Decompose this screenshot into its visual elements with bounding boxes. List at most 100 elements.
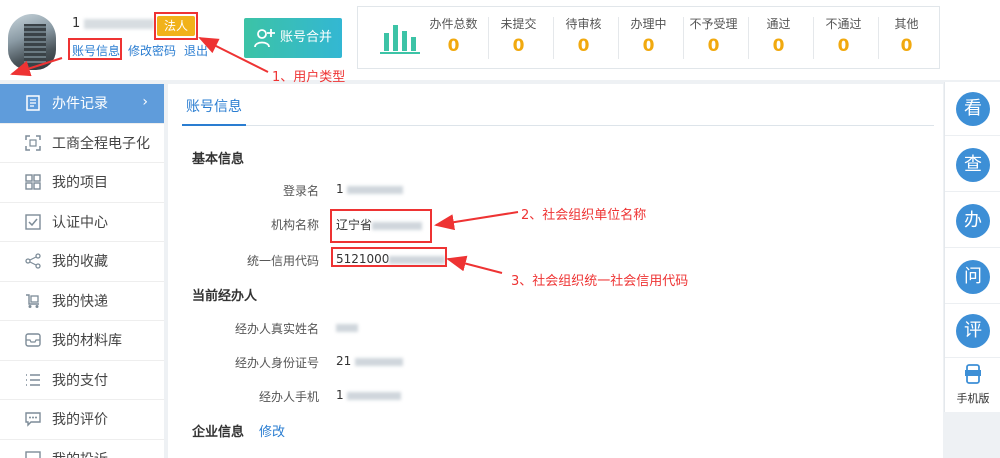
stat-approved[interactable]: 通过 0	[746, 15, 811, 56]
stat-label: 通过	[766, 17, 791, 31]
mobile-app-icon	[965, 364, 981, 384]
agent-phone-value-text: 1	[336, 388, 344, 402]
complaint-icon	[24, 450, 42, 458]
sidebar-item-records[interactable]: 办件记录 ›	[0, 84, 164, 124]
stat-pending-review[interactable]: 待审核 0	[551, 15, 616, 56]
stat-label: 其他	[894, 17, 919, 31]
stat-label: 不予受理	[689, 17, 738, 31]
divider	[945, 135, 1000, 136]
agent-id-value: 21	[336, 354, 404, 368]
sidebar-item-label: 我的项目	[52, 175, 108, 192]
mobile-version-button[interactable]: 手机版	[945, 364, 1000, 406]
stats-panel: 办件总数 0 未提交 0 待审核 0 办理中 0 不予受理 0 通过 0 不通过 0 其他 0	[357, 6, 940, 69]
sidebar-item-label: 认证中心	[52, 214, 108, 231]
stat-value: 0	[512, 36, 525, 56]
stat-label: 待审核	[565, 17, 602, 31]
sidebar-item-label: 办件记录	[52, 96, 108, 113]
stat-value: 0	[707, 36, 720, 56]
divider	[945, 247, 1000, 248]
sidebar-item-certification[interactable]: 认证中心	[0, 203, 164, 242]
sidebar-item-label: 我的收藏	[52, 254, 108, 271]
project-icon	[24, 173, 42, 191]
divider	[945, 303, 1000, 304]
stat-value: 0	[642, 36, 655, 56]
delivery-icon	[24, 292, 42, 310]
floating-toolbar: 看 查 办 问 评 手机版	[944, 82, 1000, 412]
view-button[interactable]: 看	[956, 92, 990, 126]
document-icon	[24, 94, 42, 112]
header: 1 法人 账号信息 修改密码 退出 账号合并 1、用户类型 办件总数 0 未提交…	[0, 0, 1000, 85]
credit-code-label: 统一信用代码	[246, 254, 319, 268]
org-name-label: 机构名称	[270, 218, 319, 232]
agent-phone-value: 1	[336, 388, 402, 402]
redacted	[355, 357, 404, 366]
annotation-user-type: 1、用户类型	[272, 70, 346, 85]
sidebar-item-ecommerce[interactable]: 工商全程电子化	[0, 124, 164, 163]
sidebar-item-projects[interactable]: 我的项目	[0, 163, 164, 203]
org-name-highlight	[330, 209, 432, 243]
certificate-icon	[24, 213, 42, 231]
sidebar-item-favorites[interactable]: 我的收藏	[0, 242, 164, 282]
scan-icon	[24, 134, 42, 152]
stat-unsubmitted[interactable]: 未提交 0	[486, 15, 551, 56]
list-icon	[24, 371, 42, 389]
stat-label: 办理中	[630, 17, 667, 31]
sidebar-item-label: 工商全程电子化	[52, 135, 150, 152]
redacted	[347, 185, 404, 194]
stat-value: 0	[900, 36, 913, 56]
sidebar-item-label: 我的快递	[52, 293, 108, 310]
annotation-credit-code: 3、社会组织统一社会信用代码	[511, 274, 689, 289]
annotation-org-name: 2、社会组织单位名称	[521, 208, 647, 223]
sidebar-item-materials[interactable]: 我的材料库	[0, 321, 164, 361]
agent-id-label: 经办人身份证号	[234, 356, 319, 370]
sidebar-item-payments[interactable]: 我的支付	[0, 361, 164, 400]
tab-bar: 账号信息	[182, 92, 934, 126]
tab-account-info[interactable]: 账号信息	[182, 92, 246, 126]
stat-total[interactable]: 办件总数 0	[421, 15, 486, 56]
section-enterprise-info: 企业信息	[192, 425, 245, 440]
agent-phone-label: 经办人手机	[258, 390, 319, 404]
share-icon	[24, 252, 42, 270]
redacted	[336, 323, 358, 332]
stat-label: 未提交	[500, 17, 537, 31]
divider	[945, 191, 1000, 192]
stat-label: 办件总数	[429, 17, 478, 31]
agent-id-value-text: 21	[336, 354, 352, 368]
section-basic-info: 基本信息	[192, 152, 245, 167]
login-value: 1	[336, 182, 404, 196]
section-current-agent: 当前经办人	[192, 289, 258, 304]
login-value-text: 1	[336, 182, 344, 196]
stat-processing[interactable]: 办理中 0	[616, 15, 681, 56]
chevron-right-icon: ›	[142, 94, 148, 110]
sidebar-item-label: 我的支付	[52, 372, 108, 389]
stat-value: 0	[772, 36, 785, 56]
evaluate-button[interactable]: 评	[956, 314, 990, 348]
sidebar-item-label: 我的材料库	[52, 333, 122, 350]
sidebar: 办件记录 › 工商全程电子化 我的项目 认证中心 我的收藏 我的快递 我的材料库…	[0, 84, 164, 458]
stat-other[interactable]: 其他 0	[874, 15, 939, 56]
login-label: 登录名	[282, 184, 319, 198]
redacted	[347, 391, 402, 400]
edit-enterprise-link[interactable]: 修改	[259, 421, 285, 440]
comment-icon	[24, 410, 42, 428]
bar-chart-icon	[380, 25, 420, 54]
stat-value: 0	[577, 36, 590, 56]
stat-label: 不通过	[825, 17, 862, 31]
agent-name-label: 经办人真实姓名	[234, 322, 319, 336]
agent-name-value	[336, 320, 358, 334]
folder-icon	[24, 331, 42, 349]
stat-value: 0	[447, 36, 460, 56]
handle-button[interactable]: 办	[956, 204, 990, 238]
sidebar-item-delivery[interactable]: 我的快递	[0, 282, 164, 321]
sidebar-item-reviews[interactable]: 我的评价	[0, 400, 164, 440]
divider	[945, 357, 1000, 358]
stat-value: 0	[837, 36, 850, 56]
stat-rejected-acceptance[interactable]: 不予受理 0	[681, 15, 746, 56]
query-button[interactable]: 查	[956, 148, 990, 182]
sidebar-item-complaints[interactable]: 我的投诉	[0, 440, 164, 458]
sidebar-item-label: 我的投诉	[52, 449, 108, 458]
stat-not-approved[interactable]: 不通过 0	[811, 15, 876, 56]
ask-button[interactable]: 问	[956, 260, 990, 294]
mobile-version-label: 手机版	[956, 392, 990, 405]
sidebar-item-label: 我的评价	[52, 412, 108, 429]
